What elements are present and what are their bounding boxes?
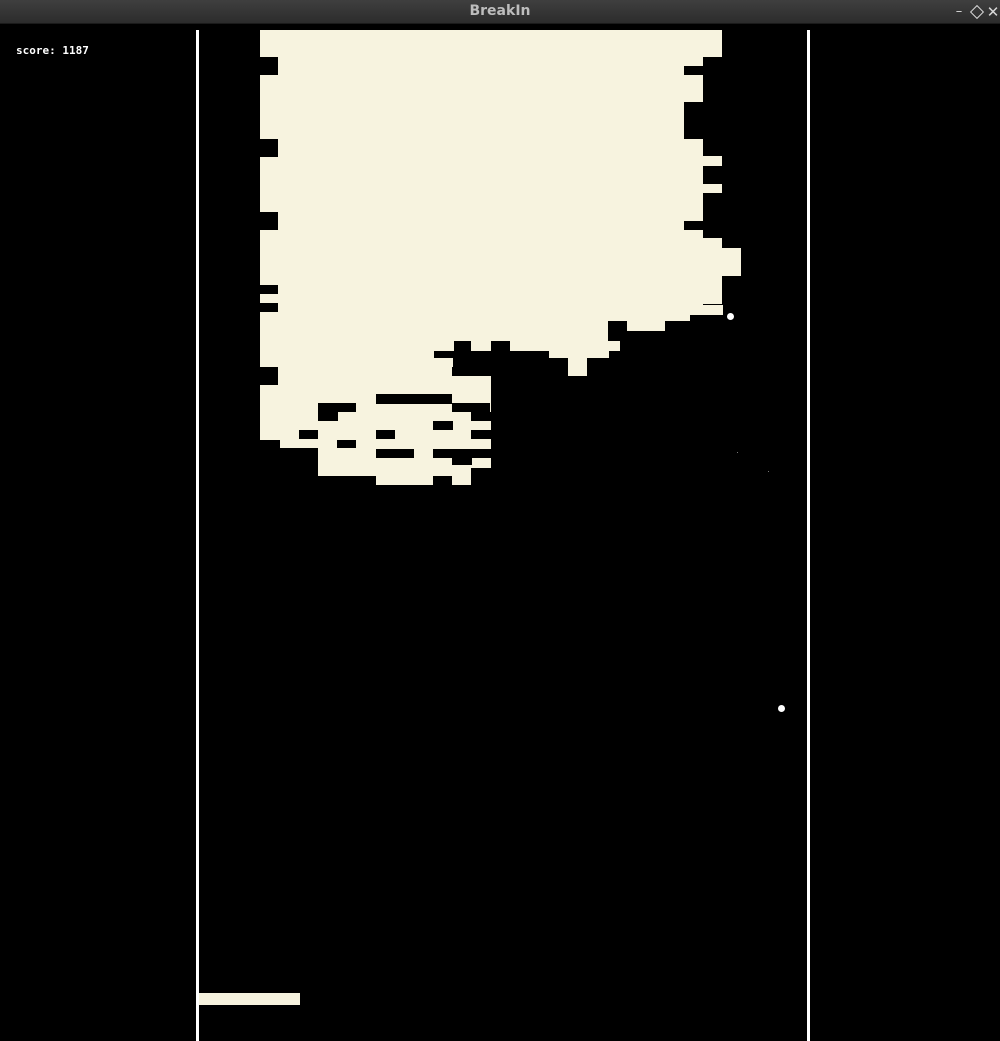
broken-brick-gap (260, 285, 278, 294)
broken-brick-gap (452, 457, 472, 465)
brick (260, 30, 703, 305)
brick (549, 351, 609, 358)
broken-brick-gap (376, 394, 452, 404)
broken-brick-gap (260, 367, 278, 385)
brick (627, 321, 665, 331)
broken-brick-gap (260, 303, 278, 312)
broken-brick-gap (376, 449, 414, 458)
broken-brick-gap (260, 139, 278, 157)
broken-brick-gap (684, 221, 703, 230)
debris-particle (737, 452, 738, 453)
brick (471, 341, 491, 351)
brick (376, 476, 433, 485)
broken-brick-gap (260, 212, 278, 230)
broken-brick-gap (703, 193, 722, 238)
brick (703, 30, 722, 57)
brick (703, 156, 722, 166)
brick (260, 321, 608, 341)
brick-field (0, 0, 1000, 1041)
broken-brick-gap (684, 66, 703, 75)
brick (260, 305, 723, 315)
broken-brick-gap (376, 430, 395, 439)
broken-brick-gap (471, 430, 491, 439)
broken-brick-gap (703, 166, 722, 184)
debris-particle (768, 471, 769, 472)
brick (260, 341, 454, 351)
broken-brick-gap (452, 367, 491, 376)
broken-brick-gap (337, 440, 356, 448)
broken-brick-gap (452, 403, 490, 412)
brick (452, 476, 471, 485)
brick (510, 341, 620, 351)
broken-brick-gap (318, 412, 338, 421)
broken-brick-gap (684, 102, 703, 139)
broken-brick-gap (471, 412, 491, 421)
brick (260, 358, 453, 376)
brick (318, 468, 471, 476)
broken-brick-gap (433, 421, 453, 430)
brick (260, 351, 434, 358)
brick (703, 238, 722, 248)
brick (703, 248, 741, 276)
broken-brick-gap (260, 57, 278, 66)
brick (568, 358, 587, 376)
game-window: BreakIn – ✕ score: 1187 (0, 0, 1000, 1041)
paddle[interactable] (199, 993, 300, 1005)
ball (778, 705, 785, 712)
broken-brick-gap (299, 430, 318, 439)
ball (727, 313, 734, 320)
broken-brick-gap (318, 403, 356, 412)
brick (684, 276, 722, 304)
brick (280, 440, 491, 448)
broken-brick-gap (260, 66, 278, 75)
